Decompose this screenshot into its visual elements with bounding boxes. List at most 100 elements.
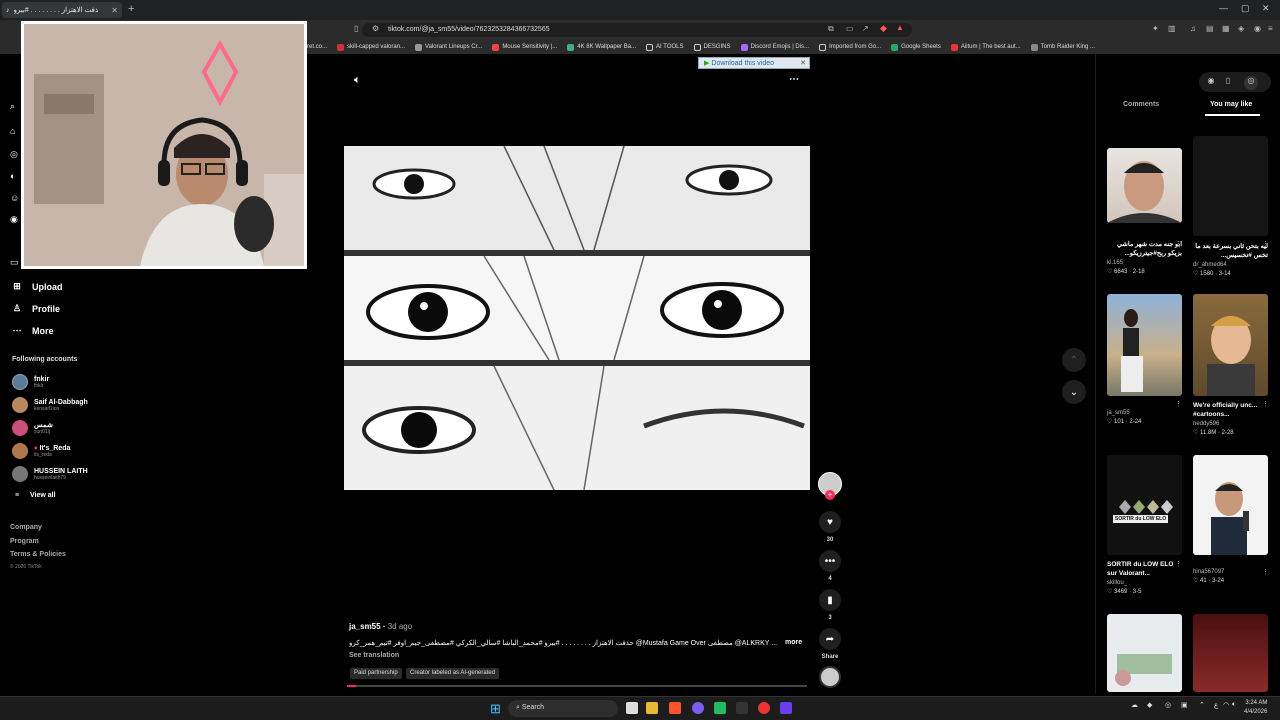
wallet-icon[interactable]: ◈ (1238, 24, 1244, 33)
nav-upload[interactable]: ⊞ Upload (12, 281, 62, 292)
steam-icon[interactable] (714, 702, 726, 714)
recommended-video-thumbnail[interactable] (1193, 614, 1268, 692)
following-icon[interactable]: ◐ (10, 171, 15, 181)
video-player[interactable] (344, 146, 810, 490)
footer-program[interactable]: Program (10, 538, 39, 545)
following-account[interactable]: HUSSEIN LAITH husseinlaith79 (12, 466, 88, 482)
new-tab-icon[interactable]: + (128, 3, 134, 15)
brave-browser-icon[interactable] (669, 702, 681, 714)
speaker-icon[interactable]: 🔈︎ (1232, 701, 1236, 709)
tray-app-icon[interactable]: ▣ (1181, 701, 1188, 709)
close-extension-icon[interactable]: ✕ (800, 59, 806, 67)
card-menu-icon[interactable]: ⋮ (1262, 400, 1269, 408)
view-all-link[interactable]: ≡ View all (12, 492, 56, 499)
comment-button[interactable]: ••• 4 (818, 550, 842, 582)
bookmark-item[interactable]: Discord Emojis | Dis... (740, 43, 809, 51)
tray-app-icon[interactable]: ☁ (1131, 701, 1138, 709)
share-page-icon[interactable]: ↗ (862, 24, 869, 33)
tab-you-may-like[interactable]: You may like (1210, 101, 1252, 108)
folder-icon[interactable] (646, 702, 658, 714)
bookmark-item[interactable]: skill-capped valoran... (337, 43, 405, 51)
creator-avatar-button[interactable]: + (818, 472, 842, 500)
volume-icon[interactable]: 🔈︎ (354, 74, 361, 87)
split-view-icon[interactable]: ▤ (1206, 24, 1214, 33)
card-menu-icon[interactable]: ⋮ (1262, 240, 1269, 248)
bookmark-item[interactable]: ret.co... (307, 44, 327, 50)
video-options-icon[interactable]: ⋯ (789, 74, 799, 85)
bookmark-item[interactable]: Valorant Lineups Cr... (415, 43, 482, 51)
recommended-video-card[interactable]: ابو جنه مدت شهر ماشي بزيكو ربح#جيترزيكو.… (1107, 148, 1182, 275)
sound-disc-button[interactable] (818, 666, 842, 688)
taskbar-clock[interactable]: 3:24 AM 4/4/2026 (1244, 699, 1267, 717)
friends-icon[interactable]: ☺ (10, 193, 19, 203)
bookmark-item[interactable]: Mouse Sensitivity |... (492, 43, 557, 51)
recommended-video-card[interactable]: We're officially unc... #cartoons... ned… (1193, 294, 1268, 436)
file-explorer-icon[interactable] (626, 702, 638, 714)
recommended-video-thumbnail[interactable] (1107, 614, 1182, 692)
media-icon[interactable]: ♫ (1190, 24, 1196, 33)
bookmark-item[interactable]: Tomb Raider King ... (1030, 43, 1095, 51)
nav-profile[interactable]: ♙ Profile (12, 303, 60, 314)
browser-tab[interactable]: ♪ حذفت الاهتزاز . . . . . . . . #بيرو ✕ (2, 2, 122, 18)
see-translation-link[interactable]: See translation (349, 652, 399, 659)
card-menu-icon[interactable]: ⋮ (1175, 560, 1182, 568)
like-button[interactable]: ♥ 30 (818, 511, 842, 543)
bookmark-item[interactable]: 4K 8K Wallpaper Ba... (567, 43, 636, 51)
tab-comments[interactable]: Comments (1123, 101, 1159, 108)
footer-company[interactable]: Company (10, 524, 42, 531)
language-icon[interactable]: ع (1214, 701, 1218, 709)
brave-rewards-icon[interactable]: ▲ (896, 23, 904, 32)
editor-app-icon[interactable] (780, 702, 792, 714)
windows-start-icon[interactable]: ⊞ (490, 701, 501, 717)
extension-icon[interactable]: ⧉ (828, 24, 834, 34)
card-menu-icon[interactable]: ⋮ (1262, 568, 1269, 576)
tray-app-icon[interactable]: ◆ (1147, 701, 1152, 709)
tray-app-icon[interactable]: ◎ (1165, 701, 1171, 709)
taskbar-search[interactable]: ⌕ Search (508, 700, 618, 717)
card-menu-icon[interactable]: ⋮ (1175, 240, 1182, 248)
obs-icon[interactable] (758, 702, 770, 714)
brave-shield-icon[interactable]: ◆ (880, 23, 887, 34)
recommended-video-card[interactable]: hina567097 ♡ 41 · 3-24 (1193, 455, 1268, 584)
video-author[interactable]: ja_sm55 · 3d ago (349, 622, 412, 631)
recommended-video-card[interactable]: SORTIR du LOW ELO SORTIR du LOW ELO sur … (1107, 455, 1182, 595)
bookmark-icon[interactable]: ▯ (354, 24, 358, 33)
following-account[interactable]: Saif Al-Dabbagh kensaif1ion (12, 397, 88, 413)
footer-terms[interactable]: Terms & Policies (10, 551, 66, 558)
bookmark-folder[interactable]: AI TOOLS (646, 43, 684, 51)
bookmark-item[interactable]: Google Sheets (891, 43, 941, 51)
phone-icon[interactable]: ▯ (1221, 76, 1235, 90)
panel-profile-icon[interactable]: ◎ (1244, 76, 1258, 90)
vpn-icon[interactable]: ◉ (1254, 24, 1261, 33)
explore-icon[interactable]: ◎ (10, 149, 18, 160)
close-window-icon[interactable]: ✕ (1262, 3, 1270, 14)
video-progress-bar[interactable] (347, 685, 807, 687)
close-tab-icon[interactable]: ✕ (111, 6, 118, 15)
reading-list-icon[interactable]: ▦ (1222, 24, 1230, 33)
discord-icon[interactable] (692, 702, 704, 714)
follow-plus-icon[interactable]: + (825, 490, 835, 500)
minimize-icon[interactable]: — (1219, 3, 1228, 13)
share-button[interactable]: ➦ Share (818, 628, 842, 660)
following-account[interactable]: ♦ It's_Reda its_reda (12, 443, 70, 459)
recommended-video-card[interactable]: ja_sm55 ♡ 101 · 2-24 (1107, 294, 1182, 425)
nav-more[interactable]: ⋯ More (12, 325, 54, 336)
card-menu-icon[interactable]: ⋮ (1175, 400, 1182, 408)
previous-video-button[interactable]: ⌃ (1062, 348, 1086, 372)
sidebar-toggle-icon[interactable]: ▥ (1168, 24, 1176, 33)
tray-chevron-icon[interactable]: ⌃ (1199, 701, 1205, 709)
compass-icon[interactable]: ◉ (1204, 76, 1218, 90)
capcut-icon[interactable] (736, 702, 748, 714)
menu-icon[interactable]: ≡ (1268, 24, 1273, 33)
following-account[interactable]: شمس sun01lj (12, 420, 53, 436)
wifi-icon[interactable]: ◠ (1223, 701, 1229, 709)
messages-icon[interactable]: ▭ (10, 257, 19, 268)
site-info-icon[interactable]: ⚙ (372, 24, 379, 33)
extensions-puzzle-icon[interactable]: ✦ (1152, 24, 1159, 33)
bookmark-folder[interactable]: Imported from Go... (819, 43, 881, 51)
home-icon[interactable]: ⌂ (10, 126, 15, 136)
search-icon[interactable]: ⌕ (10, 101, 15, 112)
cast-icon[interactable]: ▭ (846, 24, 854, 33)
bookmark-folder[interactable]: DESGINS (693, 43, 731, 51)
caption-more-button[interactable]: more (785, 639, 802, 646)
